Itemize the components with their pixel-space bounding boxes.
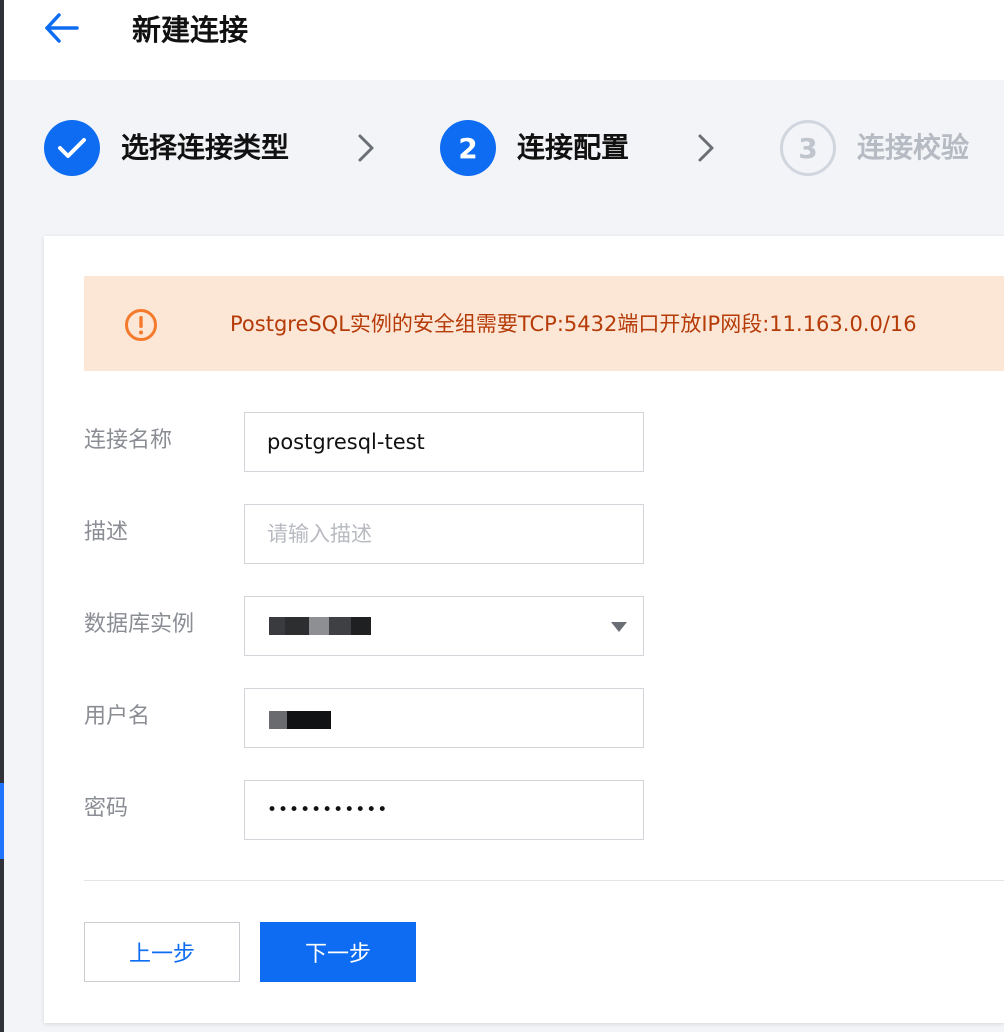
step-indicator: 选择连接类型 2 连接配置 3 连接校验 bbox=[0, 80, 1004, 230]
db-instance-label: 数据库实例 bbox=[84, 612, 195, 637]
connection-name-row: 连接名称 bbox=[84, 412, 1004, 472]
page-title: 新建连接 bbox=[132, 13, 249, 47]
caret-down-icon bbox=[611, 622, 627, 632]
db-instance-row: 数据库实例 bbox=[84, 596, 1004, 656]
left-rail-active-indicator bbox=[0, 783, 4, 859]
prev-step-button[interactable]: 上一步 bbox=[84, 922, 240, 982]
step-3-number: 3 bbox=[780, 120, 836, 176]
redacted-value bbox=[287, 711, 331, 729]
description-input[interactable] bbox=[244, 504, 644, 564]
step-2-number: 2 bbox=[440, 120, 496, 176]
username-row: 用户名 bbox=[84, 688, 1004, 748]
redacted-value bbox=[269, 617, 285, 635]
description-row: 描述 bbox=[84, 504, 1004, 564]
connection-name-input[interactable] bbox=[244, 412, 644, 472]
redacted-value bbox=[351, 617, 371, 635]
db-instance-select[interactable] bbox=[244, 596, 644, 656]
redacted-value bbox=[285, 617, 309, 635]
chevron-right-icon bbox=[354, 130, 378, 166]
redacted-value bbox=[329, 617, 351, 635]
next-step-button[interactable]: 下一步 bbox=[260, 922, 416, 982]
chevron-right-icon bbox=[694, 130, 718, 166]
connection-name-label: 连接名称 bbox=[84, 428, 173, 453]
step-3-label: 连接校验 bbox=[857, 131, 970, 164]
security-group-alert: PostgreSQL实例的安全组需要TCP:5432端口开放IP网段:11.16… bbox=[84, 276, 1004, 371]
password-input[interactable]: ••••••••••• bbox=[244, 780, 644, 840]
username-input[interactable] bbox=[244, 688, 644, 748]
password-label: 密码 bbox=[84, 796, 129, 821]
step-1-check-icon bbox=[44, 120, 100, 176]
page-header: 新建连接 bbox=[4, 0, 1004, 80]
warning-circle-icon bbox=[124, 308, 158, 342]
redacted-value bbox=[269, 711, 287, 729]
step-1-label: 选择连接类型 bbox=[121, 131, 290, 164]
alert-message: PostgreSQL实例的安全组需要TCP:5432端口开放IP网段:11.16… bbox=[230, 312, 917, 336]
password-row: 密码 ••••••••••• bbox=[84, 780, 1004, 840]
step-2-label: 连接配置 bbox=[517, 131, 630, 164]
config-card: PostgreSQL实例的安全组需要TCP:5432端口开放IP网段:11.16… bbox=[44, 236, 1004, 1023]
arrow-left-icon[interactable] bbox=[44, 12, 80, 44]
form-divider bbox=[84, 880, 1004, 881]
redacted-value bbox=[309, 617, 329, 635]
username-label: 用户名 bbox=[84, 704, 151, 729]
description-label: 描述 bbox=[84, 520, 129, 545]
